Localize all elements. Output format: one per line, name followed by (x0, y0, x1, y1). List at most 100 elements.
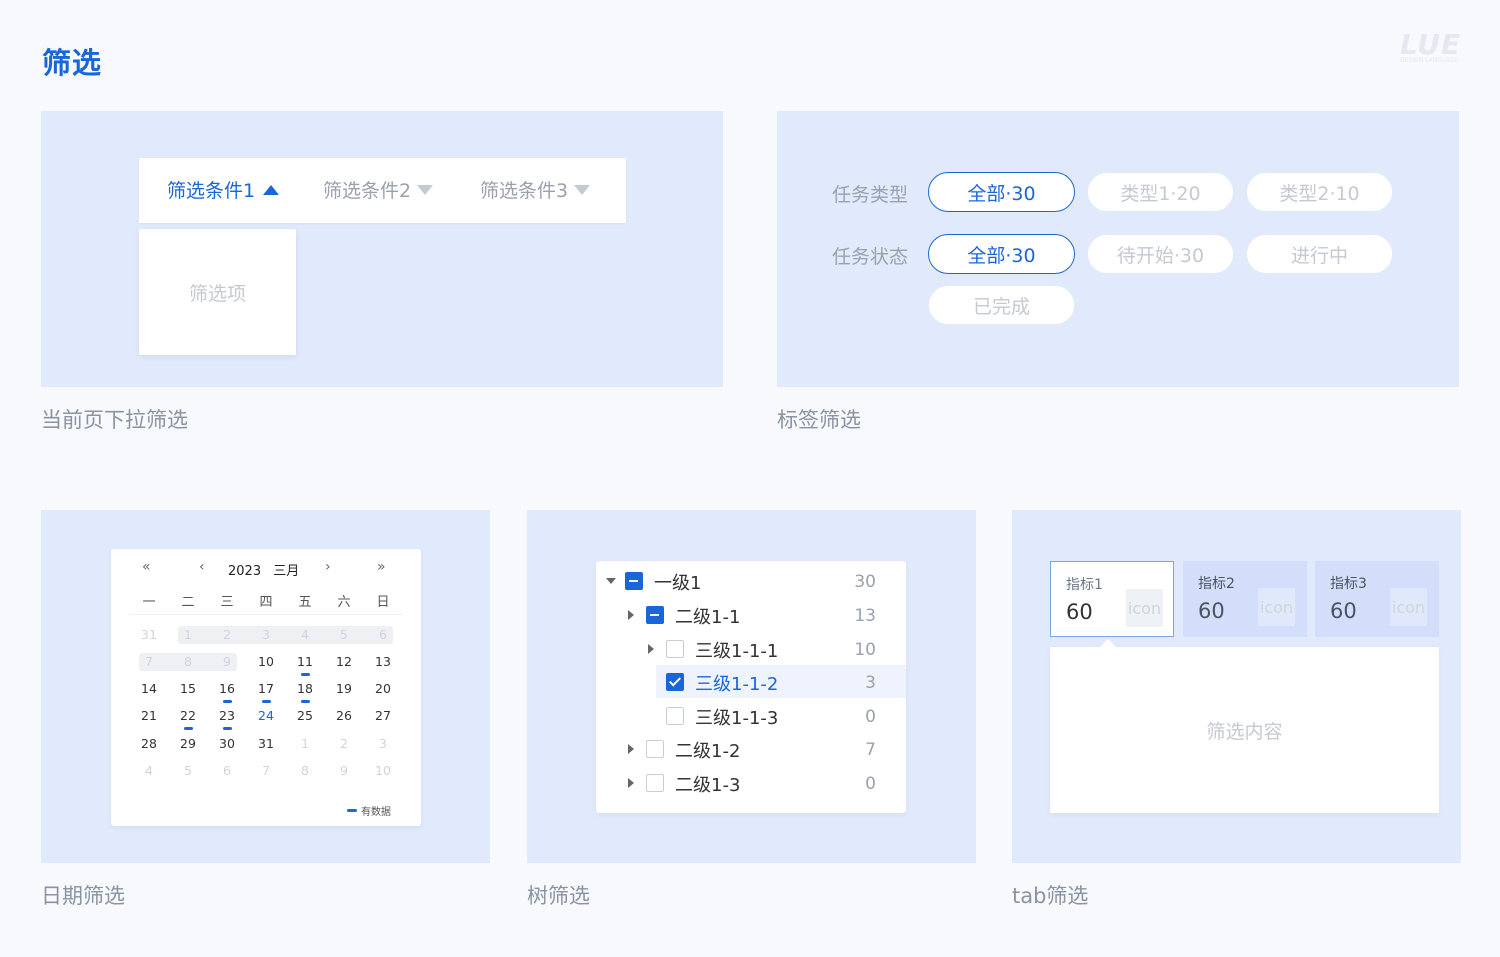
calendar-day[interactable]: 9 (212, 653, 242, 671)
prev-month-icon[interactable]: ‹ (199, 559, 205, 575)
calendar-day[interactable]: 13 (368, 653, 398, 671)
calendar-day[interactable]: 29 (173, 735, 203, 753)
checkbox[interactable] (666, 707, 684, 725)
calendar-day[interactable]: 17 (251, 680, 281, 703)
calendar-day[interactable]: 31 (134, 626, 164, 644)
calendar-day[interactable]: 1 (290, 735, 320, 753)
tag-status-all[interactable]: 全部·30 (928, 234, 1075, 274)
tag-type-1[interactable]: 类型1·20 (1087, 172, 1234, 212)
calendar-day[interactable]: 18 (290, 680, 320, 703)
checkbox-indeterminate[interactable] (646, 606, 664, 624)
dropdown-option[interactable]: 筛选项 (139, 229, 296, 355)
tree-node-count: 30 (854, 572, 876, 592)
filter-condition-1[interactable]: 筛选条件1 (167, 176, 280, 203)
calendar-day[interactable]: 3 (368, 735, 398, 753)
caret-right-icon[interactable] (628, 778, 634, 788)
calendar-day[interactable]: 16 (212, 680, 242, 703)
calendar-day[interactable]: 10 (368, 762, 398, 780)
calendar-day[interactable]: 22 (173, 707, 203, 730)
metric-tab-3[interactable]: 指标3 60 icon (1315, 561, 1439, 637)
metric-label: 指标2 (1198, 576, 1235, 592)
prev-year-icon[interactable]: « (142, 559, 151, 575)
tag-status-in-progress[interactable]: 进行中 (1246, 234, 1393, 274)
calendar-day[interactable]: 4 (134, 762, 164, 780)
tag-type-2[interactable]: 类型2·10 (1246, 172, 1393, 212)
filter-condition-3[interactable]: 筛选条件3 (480, 176, 591, 203)
tree-node-label: 二级1-3 (675, 775, 741, 796)
calendar-day[interactable]: 4 (290, 626, 320, 644)
checkbox-checked[interactable] (666, 673, 684, 691)
metric-tab-1[interactable]: 指标1 60 icon (1050, 561, 1174, 637)
calendar-day[interactable]: 15 (173, 680, 203, 698)
calendar-day[interactable]: 6 (368, 626, 398, 644)
calendar-day[interactable]: 10 (251, 653, 281, 671)
calendar-day[interactable]: 5 (173, 762, 203, 780)
metric-label: 指标3 (1330, 576, 1367, 592)
day-number: 31 (141, 627, 157, 642)
calendar-day[interactable]: 6 (212, 762, 242, 780)
calendar-day[interactable]: 1 (173, 626, 203, 644)
calendar-day[interactable]: 5 (329, 626, 359, 644)
calendar-day[interactable]: 30 (212, 735, 242, 753)
next-year-icon[interactable]: » (377, 559, 386, 575)
calendar-day[interactable]: 12 (329, 653, 359, 671)
checkbox[interactable] (666, 640, 684, 658)
day-number: 20 (375, 681, 391, 696)
tree-node[interactable]: 三级1-1-1 10 (596, 632, 906, 665)
tag-filter-caption: 标签筛选 (777, 408, 861, 432)
calendar-day[interactable]: 25 (290, 707, 320, 725)
calendar-day[interactable]: 7 (134, 653, 164, 671)
tree-node[interactable]: 二级1-3 0 (596, 766, 906, 799)
tree-node[interactable]: 一级1 30 (596, 564, 906, 597)
calendar: « ‹ 2023 三月 › » 一二三四五六日 31 1 2 3 4 5 6 7 8 9 10 11 1… (111, 549, 421, 826)
day-number: 9 (223, 654, 231, 669)
checkbox[interactable] (646, 740, 664, 758)
calendar-year[interactable]: 2023 (228, 564, 261, 579)
tree-node[interactable]: 二级1-1 13 (596, 598, 906, 631)
calendar-day[interactable]: 9 (329, 762, 359, 780)
calendar-day[interactable]: 2 (212, 626, 242, 644)
tag-type-all[interactable]: 全部·30 (928, 172, 1075, 212)
calendar-day[interactable]: 2 (329, 735, 359, 753)
caret-right-icon[interactable] (628, 610, 634, 620)
data-marker-icon (301, 673, 310, 676)
tree-node-selected[interactable]: 三级1-1-2 3 (656, 665, 906, 698)
day-number: 9 (340, 763, 348, 778)
calendar-day[interactable]: 28 (134, 735, 164, 753)
calendar-day[interactable]: 23 (212, 707, 242, 730)
calendar-day[interactable]: 19 (329, 680, 359, 698)
calendar-month[interactable]: 三月 (273, 564, 299, 579)
caret-down-icon[interactable] (606, 578, 616, 584)
weekday-header: 六 (337, 595, 351, 610)
day-number: 7 (145, 654, 153, 669)
caret-right-icon[interactable] (648, 644, 654, 654)
filter-condition-label: 筛选条件1 (167, 180, 256, 202)
calendar-day[interactable]: 21 (134, 707, 164, 725)
tag-status-done[interactable]: 已完成 (928, 285, 1075, 325)
tree-node-count: 13 (854, 606, 876, 626)
checkbox-indeterminate[interactable] (625, 572, 643, 590)
calendar-day[interactable]: 24 (251, 707, 281, 725)
calendar-day[interactable]: 27 (368, 707, 398, 725)
metric-tab-2[interactable]: 指标2 60 icon (1183, 561, 1307, 637)
calendar-day[interactable]: 8 (290, 762, 320, 780)
tree-node[interactable]: 三级1-1-3 0 (596, 699, 906, 732)
calendar-title: 2023 三月 (228, 560, 299, 579)
tag-status-pending[interactable]: 待开始·30 (1087, 234, 1234, 274)
next-month-icon[interactable]: › (325, 559, 331, 575)
day-number: 21 (141, 708, 157, 723)
calendar-day[interactable]: 14 (134, 680, 164, 698)
calendar-day[interactable]: 8 (173, 653, 203, 671)
calendar-day[interactable]: 7 (251, 762, 281, 780)
calendar-day[interactable]: 20 (368, 680, 398, 698)
calendar-day[interactable]: 26 (329, 707, 359, 725)
tree-node-label: 三级1-1-2 (695, 674, 779, 695)
filter-condition-2[interactable]: 筛选条件2 (323, 176, 434, 203)
tree-node[interactable]: 二级1-2 7 (596, 732, 906, 765)
calendar-day[interactable]: 11 (290, 653, 320, 676)
calendar-day[interactable]: 31 (251, 735, 281, 753)
caret-right-icon[interactable] (628, 744, 634, 754)
data-marker-icon (184, 727, 193, 730)
checkbox[interactable] (646, 774, 664, 792)
calendar-day[interactable]: 3 (251, 626, 281, 644)
